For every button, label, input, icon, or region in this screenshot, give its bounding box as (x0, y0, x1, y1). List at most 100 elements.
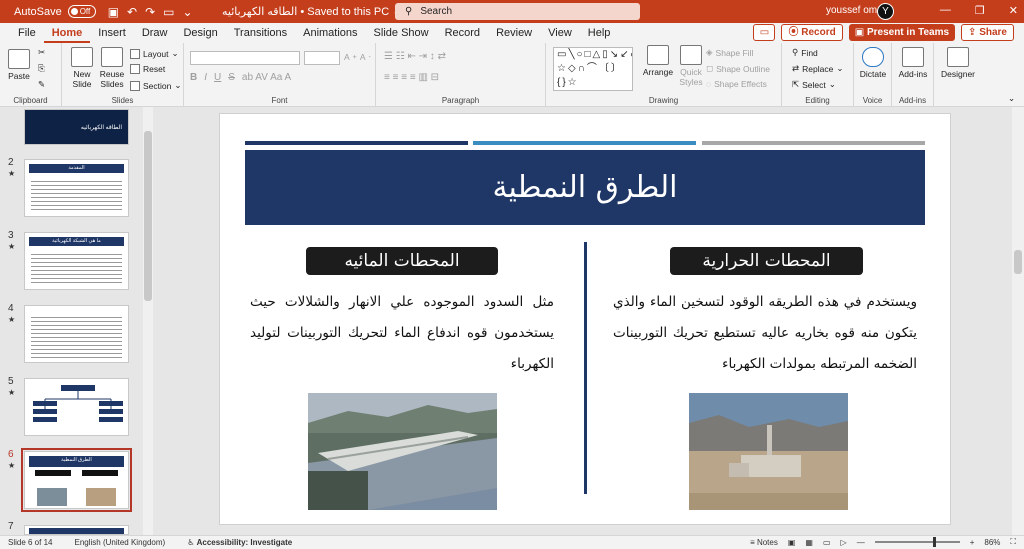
tab-draw[interactable]: Draw (134, 23, 176, 43)
undo-icon[interactable]: ↶ (127, 5, 137, 19)
replace-button[interactable]: ⇄ Replace ⌄ (792, 63, 843, 74)
thumbnail-slide-2[interactable]: المقدمة (24, 159, 129, 217)
title-bar: AutoSave Off ▣ ↶ ↷ ▭ ⌄ الطاقه الكهربائيه… (0, 0, 1024, 23)
document-title[interactable]: الطاقه الكهربائيه • Saved to this PC ⌄ (222, 5, 401, 18)
find-button[interactable]: ⚲ Find (792, 47, 818, 58)
comments-button[interactable]: ▭ (753, 24, 776, 41)
accessibility-status[interactable]: ♿ Accessibility: Investigate (187, 538, 292, 547)
right-heading[interactable]: المحطات الحرارية (670, 247, 863, 275)
tab-home[interactable]: Home (43, 23, 91, 43)
font-name-select[interactable] (190, 51, 300, 65)
thumbnail-slide-1[interactable]: الطاقه الكهربائيه (24, 109, 129, 145)
accent-bar (702, 141, 925, 145)
addins-button[interactable]: Add-ins (896, 47, 930, 79)
dam-photo[interactable] (308, 393, 497, 510)
reading-view-icon[interactable]: ▭ (823, 538, 831, 547)
shape-effects-button[interactable]: ◌ Shape Effects (706, 79, 767, 89)
arrange-button[interactable]: Arrange (640, 45, 676, 77)
tab-animations[interactable]: Animations (295, 23, 365, 43)
slide-sorter-icon[interactable]: ▦ (805, 538, 813, 547)
avatar[interactable]: Y (877, 3, 894, 20)
tab-insert[interactable]: Insert (90, 23, 134, 43)
tab-review[interactable]: Review (488, 23, 540, 43)
thumbnail-slide-3[interactable]: ما هي الشبكة الكهربائية (24, 232, 129, 290)
minimize-icon[interactable]: — (940, 4, 951, 17)
fit-to-window-icon[interactable]: ⛶ (1010, 537, 1016, 547)
present-in-teams-button[interactable]: ▣ Present in Teams (848, 24, 956, 41)
right-body-text[interactable]: ويستخدم في هذه الطريقه الوقود لتسخين الم… (613, 287, 917, 380)
dictate-button[interactable]: Dictate (858, 47, 888, 79)
thumbnail-slide-4[interactable] (24, 305, 129, 363)
autosave-toggle[interactable]: Off (67, 5, 96, 18)
shapes-gallery[interactable]: ▭╲○□△▯↘↙⌐⌋☆◇∩⌒〔〕{}☆ (553, 47, 633, 91)
layout-button[interactable]: Layout ⌄ (130, 48, 179, 59)
redo-icon[interactable]: ↷ (145, 5, 155, 19)
thumbnail-pill (35, 470, 71, 476)
select-button[interactable]: ⇱ Select ⌄ (792, 79, 836, 90)
font-grow-icon[interactable]: A + A- (344, 52, 371, 62)
animation-star-icon: ★ (8, 315, 16, 324)
thumbnail-slide-7[interactable] (24, 525, 129, 535)
cut-icon[interactable]: ✂ (38, 47, 45, 58)
font-format-row[interactable]: B I U Sab AV Aa A (190, 72, 291, 83)
column-divider (584, 242, 587, 494)
align-buttons[interactable]: ≡ ≡ ≡ ≡ ▥ ⊟ (384, 72, 439, 83)
zoom-slider[interactable] (874, 537, 960, 547)
zoom-slider-knob[interactable] (932, 537, 936, 547)
thumbnail-number: 3 (8, 230, 14, 241)
tab-help[interactable]: Help (580, 23, 619, 43)
left-body-text[interactable]: مثل السدود الموجوده علي الانهار والشلالا… (250, 287, 554, 380)
save-icon[interactable]: ▣ (108, 5, 119, 19)
thumbnail-scroll-thumb[interactable] (144, 131, 152, 301)
paste-button[interactable]: Paste (6, 49, 32, 81)
share-button[interactable]: ⇪ Share (961, 24, 1014, 41)
zoom-in-icon[interactable]: + (970, 538, 975, 547)
reset-button[interactable]: Reset (130, 64, 165, 74)
tab-slide-show[interactable]: Slide Show (366, 23, 437, 43)
voice-group: Dictate Voice (854, 43, 892, 107)
list-buttons[interactable]: ☰ ☷ ⇤ ⇥ ↕ ⇄ (384, 51, 446, 62)
thumbnail-slide-6[interactable]: الطرق النمطية (21, 448, 132, 512)
copy-icon[interactable]: ⎘ (38, 63, 45, 74)
format-painter-icon[interactable]: ✎ (38, 79, 45, 90)
customize-qat-icon[interactable]: ⌄ (183, 5, 193, 19)
tab-transitions[interactable]: Transitions (226, 23, 295, 43)
record-button[interactable]: ⦿ Record (781, 24, 843, 41)
power-plant-image (689, 393, 848, 510)
slideshow-view-icon[interactable]: ▷ (841, 538, 847, 547)
reuse-slides-button[interactable]: Reuse Slides (98, 47, 126, 89)
slide-scroll-thumb[interactable] (1014, 250, 1022, 274)
designer-button[interactable]: Designer (938, 47, 978, 79)
language-status[interactable]: English (United Kingdom) (74, 538, 165, 547)
thumbnail-slide-5[interactable] (24, 378, 129, 436)
left-heading[interactable]: المحطات المائيه (306, 247, 498, 275)
slide-scrollbar[interactable] (1012, 107, 1024, 535)
quick-styles-button[interactable]: Quick Styles (676, 45, 706, 87)
restore-icon[interactable]: ❐ (975, 4, 985, 17)
thumbnail-pill (82, 470, 118, 476)
slide-thumbnails-pane: الطاقه الكهربائيه 2 ★ المقدمة 3 ★ ما هي … (0, 107, 155, 535)
shape-fill-button[interactable]: ◈ Shape Fill (706, 47, 753, 58)
tab-record[interactable]: Record (437, 23, 488, 43)
search-box[interactable]: ⚲ Search (395, 3, 640, 20)
collapse-ribbon-icon[interactable]: ⌄ (1008, 93, 1015, 104)
notes-button[interactable]: ≡ Notes (750, 538, 778, 547)
current-slide[interactable]: الطرق النمطية المحطات الحرارية المحطات ا… (219, 113, 951, 525)
tab-design[interactable]: Design (175, 23, 225, 43)
normal-view-icon[interactable]: ▣ (788, 538, 796, 547)
tab-file[interactable]: File (10, 23, 44, 43)
slide-title[interactable]: الطرق النمطية (245, 150, 925, 225)
shape-outline-button[interactable]: ◻ Shape Outline (706, 63, 770, 74)
close-icon[interactable]: ✕ (1009, 4, 1018, 17)
present-icon[interactable]: ▭ (163, 5, 174, 19)
autosave-label: AutoSave (14, 5, 62, 18)
section-button[interactable]: Section ⌄ (130, 80, 181, 91)
font-size-select[interactable] (304, 51, 340, 65)
new-slide-button[interactable]: New Slide (68, 47, 96, 89)
drawing-label: Drawing (648, 96, 679, 105)
tab-view[interactable]: View (540, 23, 580, 43)
zoom-out-icon[interactable]: — (857, 538, 865, 547)
power-plant-photo[interactable] (689, 393, 848, 510)
zoom-level[interactable]: 86% (984, 538, 1000, 547)
font-label: Font (271, 96, 288, 105)
